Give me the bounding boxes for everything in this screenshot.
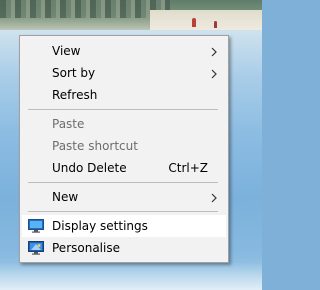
menu-item-label: Personalise bbox=[52, 241, 120, 255]
menu-separator bbox=[28, 211, 218, 212]
menu-item-shortcut: Ctrl+Z bbox=[168, 161, 208, 175]
menu-item-label: Display settings bbox=[52, 219, 148, 233]
display-icon bbox=[28, 219, 44, 233]
menu-item-personalise[interactable]: Personalise bbox=[22, 237, 226, 259]
menu-item-new[interactable]: New bbox=[22, 186, 226, 208]
wallpaper-buildings bbox=[0, 0, 170, 18]
menu-item-undo-delete[interactable]: Undo Delete Ctrl+Z bbox=[22, 157, 226, 179]
menu-separator bbox=[28, 182, 218, 183]
menu-item-sort-by[interactable]: Sort by bbox=[22, 62, 226, 84]
personalise-icon bbox=[28, 241, 44, 255]
menu-item-paste-shortcut[interactable]: Paste shortcut bbox=[22, 135, 226, 157]
menu-item-label: View bbox=[52, 44, 81, 58]
menu-item-refresh[interactable]: Refresh bbox=[22, 84, 226, 106]
menu-item-label: Paste shortcut bbox=[52, 139, 138, 153]
wallpaper-surf bbox=[0, 262, 262, 290]
chevron-right-icon bbox=[211, 69, 217, 79]
menu-item-paste[interactable]: Paste bbox=[22, 113, 226, 135]
menu-separator bbox=[28, 109, 218, 110]
menu-item-display-settings[interactable]: Display settings bbox=[22, 215, 226, 237]
chevron-right-icon bbox=[211, 47, 217, 57]
menu-item-label: Undo Delete bbox=[52, 161, 127, 175]
wallpaper-figure bbox=[192, 18, 196, 27]
chevron-right-icon bbox=[211, 193, 217, 203]
menu-item-label: Paste bbox=[52, 117, 85, 131]
wallpaper-figure bbox=[214, 21, 217, 28]
menu-item-label: Refresh bbox=[52, 88, 98, 102]
menu-item-label: Sort by bbox=[52, 66, 96, 80]
menu-item-view[interactable]: View bbox=[22, 40, 226, 62]
menu-item-label: New bbox=[52, 190, 79, 204]
desktop-context-menu: View Sort by Refresh Paste Paste shortcu… bbox=[19, 35, 229, 263]
